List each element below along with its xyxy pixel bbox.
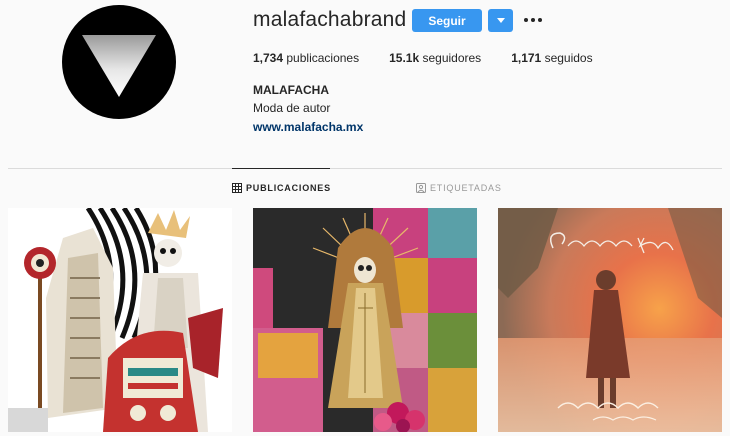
post-image-2 bbox=[253, 208, 477, 432]
followers-count: 15.1k bbox=[389, 51, 420, 65]
post-image-1 bbox=[8, 208, 232, 432]
follow-button[interactable]: Seguir bbox=[412, 9, 482, 32]
caret-down-icon bbox=[496, 18, 505, 23]
avatar[interactable] bbox=[62, 5, 176, 119]
tabs-divider bbox=[8, 168, 722, 169]
following-count: 1,171 bbox=[511, 51, 542, 65]
tab-publicaciones[interactable]: PUBLICACIONES bbox=[232, 183, 331, 193]
posts-stat: 1,734 publicaciones bbox=[253, 51, 359, 65]
profile-username: malafachabrand bbox=[253, 8, 407, 31]
posts-count: 1,734 bbox=[253, 51, 284, 65]
following-label: seguidos bbox=[544, 51, 593, 65]
profile-website-link[interactable]: www.malafacha.mx bbox=[253, 120, 363, 134]
ellipsis-icon bbox=[524, 18, 542, 22]
active-tab-indicator bbox=[232, 168, 330, 169]
post-thumbnail-3[interactable] bbox=[498, 208, 722, 432]
grid-icon bbox=[232, 183, 242, 193]
suggestions-dropdown-button[interactable] bbox=[488, 9, 513, 32]
post-image-3 bbox=[498, 208, 722, 432]
tag-icon bbox=[416, 183, 426, 193]
triangle-logo-icon bbox=[82, 35, 156, 97]
tab-etiquetadas[interactable]: ETIQUETADAS bbox=[416, 183, 502, 193]
profile-stats: 1,734 publicaciones 15.1k seguidores 1,1… bbox=[253, 51, 623, 65]
more-options-button[interactable] bbox=[524, 12, 542, 28]
following-stat[interactable]: 1,171 seguidos bbox=[511, 51, 592, 65]
posts-label: publicaciones bbox=[286, 51, 360, 65]
followers-stat[interactable]: 15.1k seguidores bbox=[389, 51, 481, 65]
followers-label: seguidores bbox=[422, 51, 482, 65]
profile-bio: Moda de autor bbox=[253, 101, 331, 115]
tab-publicaciones-label: PUBLICACIONES bbox=[246, 183, 331, 193]
post-thumbnail-2[interactable] bbox=[253, 208, 477, 432]
post-thumbnail-1[interactable] bbox=[8, 208, 232, 432]
profile-full-name: MALAFACHA bbox=[253, 83, 329, 97]
tab-etiquetadas-label: ETIQUETADAS bbox=[430, 183, 502, 193]
